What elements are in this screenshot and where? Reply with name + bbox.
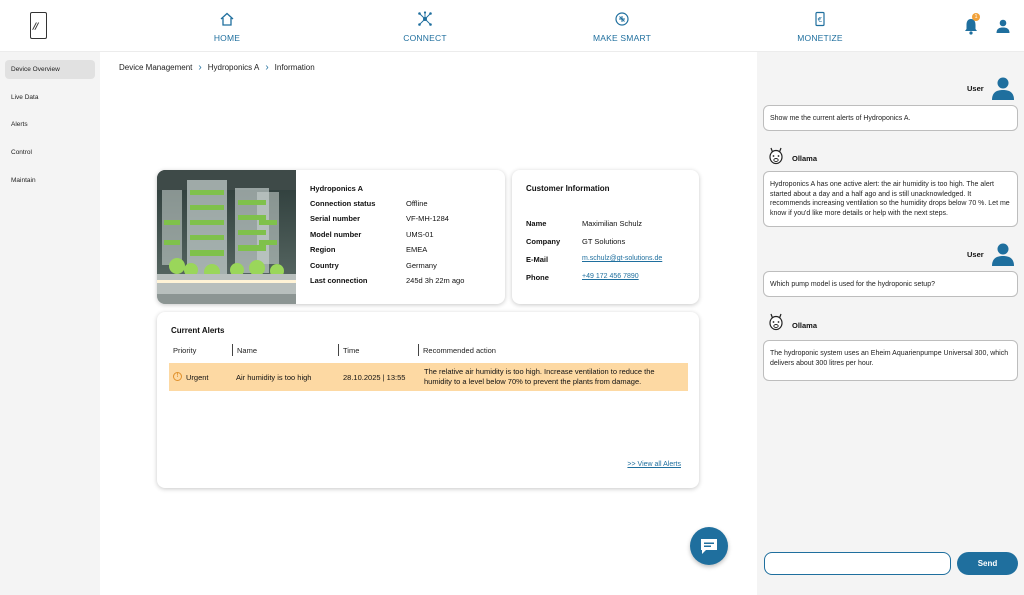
chat-panel: User Show me the current alerts of Hydro… (757, 52, 1024, 595)
view-all-alerts-link[interactable]: >> View all Alerts (627, 461, 681, 468)
device-name: Hydroponics A (310, 184, 364, 193)
nav-connect-label: CONNECT (403, 33, 447, 43)
column-header-name: Name (237, 346, 258, 355)
nav-monetize[interactable]: € MONETIZE (770, 11, 870, 43)
chat-bubble-icon (701, 539, 717, 554)
device-field-label: Country (310, 261, 339, 270)
chat-sender-ollama: Ollama (792, 154, 818, 163)
user-profile-icon[interactable] (995, 18, 1011, 34)
customer-field-label: Name (526, 219, 547, 228)
chat-message-user: Which pump model is used for the hydropo… (763, 271, 1018, 297)
make-smart-icon (615, 12, 629, 26)
nav-home[interactable]: HOME (177, 11, 277, 43)
sidebar-item-alerts[interactable]: Alerts (5, 115, 95, 134)
breadcrumb-hydroponics-a[interactable]: Hydroponics A (208, 63, 260, 72)
column-divider (418, 344, 419, 356)
customer-info-card: Customer Information Name Maximilian Sch… (512, 170, 699, 304)
device-field-label: Region (310, 245, 336, 254)
customer-phone-link[interactable]: +49 172 456 7890 (582, 273, 639, 280)
device-region: EMEA (406, 245, 428, 254)
home-icon (220, 12, 234, 26)
device-field-label: Model number (310, 230, 362, 239)
sidebar-item-device-overview[interactable]: Device Overview (5, 60, 95, 79)
sidebar: Device Overview Live Data Alerts Control… (0, 52, 100, 595)
breadcrumb-information: Information (274, 63, 315, 72)
chat-message-ollama: Hydroponics A has one active alert: the … (763, 171, 1018, 227)
device-connection-status: Offline (406, 199, 428, 208)
chat-sender-user: User (967, 84, 984, 93)
chevron-right-icon: › (265, 61, 269, 73)
device-serial-number: VF-MH-1284 (406, 214, 449, 223)
alert-recommended-action: The relative air humidity is too high. I… (424, 367, 655, 386)
column-header-time: Time (343, 346, 360, 355)
nav-monetize-label: MONETIZE (797, 33, 843, 43)
chat-sender-ollama: Ollama (792, 321, 818, 330)
alert-name: Air humidity is too high (236, 373, 312, 382)
customer-field-label: Phone (526, 273, 549, 282)
nav-home-label: HOME (213, 33, 241, 43)
connect-icon (418, 11, 432, 26)
warning-icon: ! (173, 372, 182, 381)
device-field-label: Connection status (310, 199, 376, 208)
nav-connect[interactable]: CONNECT (375, 11, 475, 43)
breadcrumb: Device Management › Hydroponics A › Info… (119, 61, 315, 73)
alert-priority: Urgent (186, 373, 209, 382)
notification-count-badge: 1 (972, 13, 980, 21)
column-divider (338, 344, 339, 356)
sidebar-item-maintain[interactable]: Maintain (5, 171, 95, 190)
customer-field-label: E-Mail (526, 255, 549, 264)
customer-field-label: Company (526, 237, 561, 246)
customer-email-link[interactable]: m.schulz@gt-solutions.de (582, 255, 662, 262)
device-field-label: Serial number (310, 214, 361, 223)
table-row[interactable]: ! Urgent Air humidity is too high 28.10.… (169, 363, 688, 391)
device-field-label: Last connection (310, 276, 368, 285)
alerts-card-title: Current Alerts (171, 326, 225, 335)
chat-message-ollama: The hydroponic system uses an Eheim Aqua… (763, 340, 1018, 381)
ollama-llama-icon (769, 147, 783, 165)
device-country: Germany (406, 261, 437, 270)
chat-sender-user: User (967, 250, 984, 259)
chat-message-input[interactable] (764, 552, 951, 575)
sidebar-item-control[interactable]: Control (5, 143, 95, 162)
current-alerts-card: Current Alerts Priority Name Time Recomm… (157, 312, 699, 488)
column-header-recommended-action: Recommended action (423, 346, 496, 355)
alert-time: 28.10.2025 | 13:55 (343, 373, 406, 382)
column-header-priority: Priority (173, 346, 197, 355)
customer-name: Maximilian Schulz (582, 219, 643, 228)
device-model-number: UMS-01 (406, 230, 434, 239)
user-avatar-icon (992, 77, 1014, 100)
chat-toggle-button[interactable] (690, 527, 728, 565)
chat-message-user: Show me the current alerts of Hydroponic… (763, 105, 1018, 131)
device-info-card: Hydroponics A Connection status Offline … (157, 170, 505, 304)
top-navigation-bar: // HOME CONNECT MAKE SMART € MONETIZE 1 (0, 0, 1024, 52)
column-divider (232, 344, 233, 356)
chevron-right-icon: › (198, 61, 202, 73)
user-avatar-icon (992, 243, 1014, 266)
monetize-icon: € (815, 11, 825, 27)
app-logo-icon[interactable]: // (30, 12, 47, 39)
sidebar-item-live-data[interactable]: Live Data (5, 88, 95, 107)
breadcrumb-device-management[interactable]: Device Management (119, 63, 192, 72)
ollama-llama-icon (769, 313, 783, 331)
customer-company: GT Solutions (582, 237, 626, 246)
device-last-connection: 245d 3h 22m ago (406, 276, 465, 285)
send-button[interactable]: Send (957, 552, 1018, 575)
customer-card-title: Customer Information (526, 184, 610, 193)
device-photo (157, 170, 296, 304)
nav-make-smart-label: MAKE SMART (592, 33, 652, 43)
nav-make-smart[interactable]: MAKE SMART (572, 11, 672, 43)
svg-text:€: € (818, 16, 822, 24)
